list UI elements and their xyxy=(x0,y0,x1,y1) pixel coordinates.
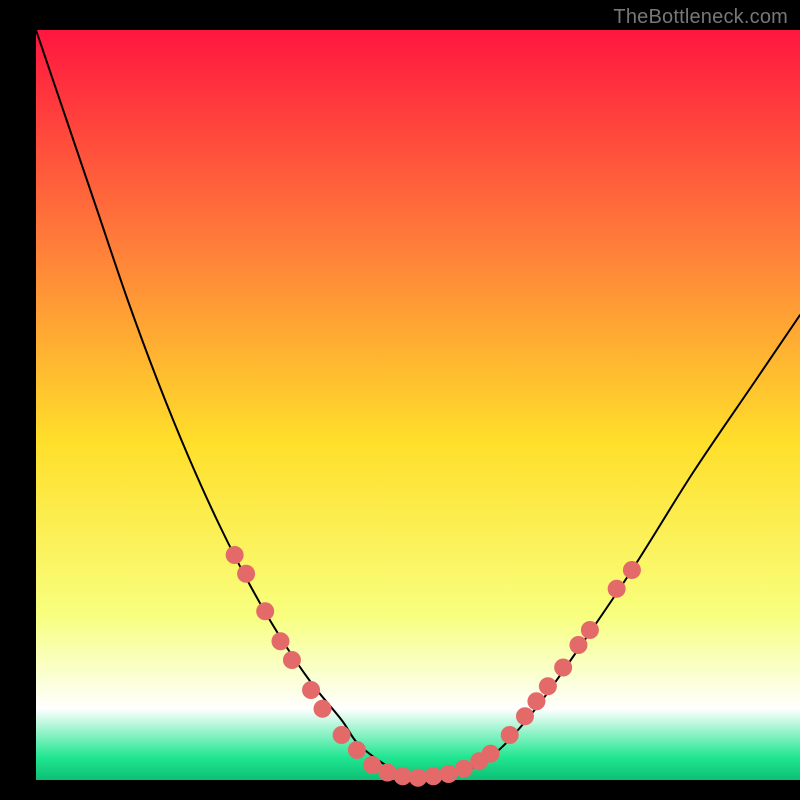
curve-marker xyxy=(363,756,381,774)
curve-marker xyxy=(237,565,255,583)
curve-marker xyxy=(333,726,351,744)
chart-container: { "watermark": "TheBottleneck.com", "cha… xyxy=(0,0,800,800)
curve-marker xyxy=(271,632,289,650)
curve-marker xyxy=(608,580,626,598)
curve-marker xyxy=(623,561,641,579)
curve-marker xyxy=(569,636,587,654)
curve-marker xyxy=(482,745,500,763)
curve-marker xyxy=(314,700,332,718)
curve-marker xyxy=(378,764,396,782)
curve-marker xyxy=(226,546,244,564)
curve-marker xyxy=(554,659,572,677)
curve-marker xyxy=(302,681,320,699)
curve-marker xyxy=(348,741,366,759)
curve-marker xyxy=(424,767,442,785)
curve-marker xyxy=(409,769,427,787)
curve-marker xyxy=(440,765,458,783)
curve-marker xyxy=(527,692,545,710)
curve-marker xyxy=(283,651,301,669)
watermark-text: TheBottleneck.com xyxy=(613,6,788,29)
curve-marker xyxy=(581,621,599,639)
curve-marker xyxy=(516,707,534,725)
curve-marker xyxy=(455,760,473,778)
curve-marker xyxy=(394,767,412,785)
curve-marker xyxy=(539,677,557,695)
curve-marker xyxy=(501,726,519,744)
curve-marker xyxy=(256,602,274,620)
chart-svg xyxy=(0,0,800,800)
